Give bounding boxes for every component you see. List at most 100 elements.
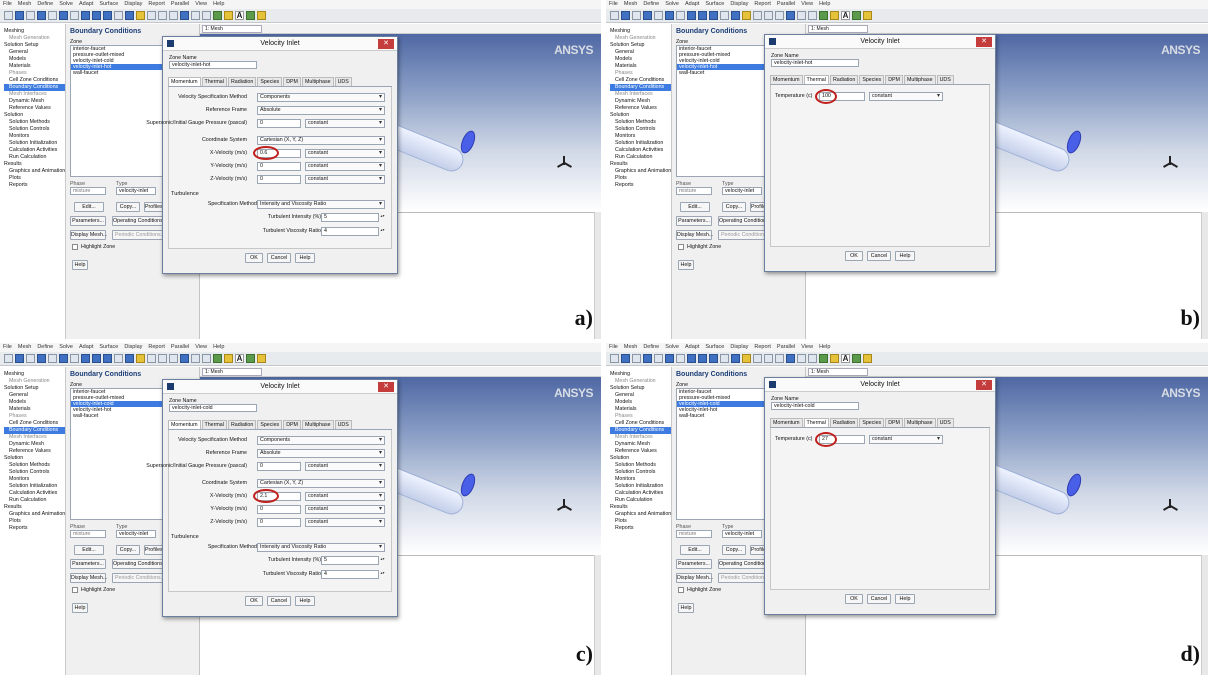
toolbar-button-icon[interactable] <box>775 354 784 363</box>
toolbar-button-icon[interactable] <box>665 354 674 363</box>
toolbar-button-icon[interactable] <box>687 11 696 20</box>
tree-item[interactable]: Phases <box>610 413 671 420</box>
toolbar-button-icon[interactable] <box>246 354 255 363</box>
toolbar-button-icon[interactable] <box>158 11 167 20</box>
toolbar-button-icon[interactable] <box>709 11 718 20</box>
copy-button[interactable]: Copy... <box>116 545 140 555</box>
yvel-field[interactable]: 0 <box>257 505 301 514</box>
toolbar-button-icon[interactable] <box>654 11 663 20</box>
toolbar-button-icon[interactable] <box>26 354 35 363</box>
cancel-button[interactable]: Cancel <box>267 253 291 263</box>
toolbar-button-icon[interactable] <box>819 11 828 20</box>
tree-item[interactable]: Monitors <box>4 133 65 140</box>
type-select[interactable]: velocity-inlet <box>116 187 156 195</box>
menu-view[interactable]: View <box>798 343 816 352</box>
copy-button[interactable]: Copy... <box>722 545 746 555</box>
menu-help[interactable]: Help <box>210 0 227 9</box>
method-field[interactable]: Components <box>257 93 385 102</box>
toolbar-button-icon[interactable] <box>610 11 619 20</box>
tree-item[interactable]: Boundary Conditions <box>4 84 65 91</box>
view-select[interactable]: 1: Mesh <box>808 368 868 376</box>
tree-item[interactable]: Mesh Generation <box>610 378 671 385</box>
highlight-zone-checkbox[interactable] <box>72 244 78 250</box>
toolbar-button-icon[interactable] <box>797 11 806 20</box>
toolbar-button-icon[interactable] <box>753 354 762 363</box>
tree-item[interactable]: Run Calculation <box>610 154 671 161</box>
help-button[interactable]: Help <box>678 260 694 270</box>
type-select[interactable]: velocity-inlet <box>722 187 762 195</box>
toolbar-button-icon[interactable] <box>26 11 35 20</box>
tree-item[interactable]: Reports <box>610 525 671 532</box>
toolbar-button-icon[interactable] <box>830 11 839 20</box>
tree-item[interactable]: Solution Initialization <box>4 483 65 490</box>
menu-surface[interactable]: Surface <box>702 0 727 9</box>
menu-report[interactable]: Report <box>145 343 168 352</box>
menu-define[interactable]: Define <box>640 0 662 9</box>
help-button[interactable]: Help <box>72 603 88 613</box>
tab-thermal[interactable]: Thermal <box>803 418 829 427</box>
toolbar-button-icon[interactable] <box>621 354 630 363</box>
tree-item[interactable]: Reports <box>610 182 671 189</box>
tab-momentum[interactable]: Momentum <box>168 420 201 429</box>
tree-item[interactable]: Materials <box>610 63 671 70</box>
toolbar-button-icon[interactable] <box>819 354 828 363</box>
zone-name-field[interactable]: velocity-inlet-cold <box>771 402 859 410</box>
toolbar-button-icon[interactable] <box>147 354 156 363</box>
tree-item[interactable]: Plots <box>610 175 671 182</box>
menu-view[interactable]: View <box>798 0 816 9</box>
copy-button[interactable]: Copy... <box>722 202 746 212</box>
tab-species[interactable]: Species <box>859 418 885 427</box>
toolbar-button-icon[interactable] <box>37 354 46 363</box>
tab-momentum[interactable]: Momentum <box>770 75 803 84</box>
toolbar-button-icon[interactable] <box>852 11 861 20</box>
toolbar-button-icon[interactable] <box>92 11 101 20</box>
toolbar-button-icon[interactable] <box>114 354 123 363</box>
toolbar-button-icon[interactable] <box>742 11 751 20</box>
tree-item[interactable]: Graphics and Animations <box>610 511 671 518</box>
toolbar-button-icon[interactable] <box>4 354 13 363</box>
toolbar-button-icon[interactable] <box>147 11 156 20</box>
menu-adapt[interactable]: Adapt <box>76 0 96 9</box>
turbulent-intensity-field[interactable]: 5 <box>321 556 379 565</box>
tree-item[interactable]: Materials <box>610 406 671 413</box>
tree-item[interactable]: Calculation Activities <box>4 147 65 154</box>
operating-conditions-button[interactable]: Operating Conditions... <box>112 216 168 226</box>
tab-radiation[interactable]: Radiation <box>227 77 257 86</box>
tree-item[interactable]: Solution <box>4 112 65 119</box>
menu-solve[interactable]: Solve <box>662 0 682 9</box>
frame-field[interactable]: Absolute <box>257 106 385 115</box>
tab-multiphase[interactable]: Multiphase <box>903 418 936 427</box>
turbulent-viscosity-ratio-field[interactable]: 4 <box>321 227 379 236</box>
zone-name-field[interactable]: velocity-inlet-hot <box>169 61 257 69</box>
toolbar-button-icon[interactable] <box>213 354 222 363</box>
tab-momentum[interactable]: Momentum <box>168 77 201 86</box>
close-icon[interactable]: ✕ <box>976 380 992 390</box>
toolbar-button-icon[interactable] <box>676 354 685 363</box>
menu-solve[interactable]: Solve <box>56 0 76 9</box>
pressure-field[interactable]: 0 <box>257 462 301 471</box>
menu-adapt[interactable]: Adapt <box>682 0 702 9</box>
tree-item[interactable]: Graphics and Animations <box>4 511 65 518</box>
tree-item[interactable]: Models <box>4 56 65 63</box>
toolbar-button-icon[interactable] <box>257 354 266 363</box>
parameters-button[interactable]: Parameters... <box>676 216 712 226</box>
tree-item[interactable]: Results <box>610 161 671 168</box>
profile-select[interactable]: constant <box>305 119 385 128</box>
toolbar-button-icon[interactable] <box>731 11 740 20</box>
tab-multiphase[interactable]: Multiphase <box>903 75 936 84</box>
parameters-button[interactable]: Parameters... <box>70 216 106 226</box>
tree-item[interactable]: Results <box>4 161 65 168</box>
menu-solve[interactable]: Solve <box>662 343 682 352</box>
zone-name-field[interactable]: velocity-inlet-cold <box>169 404 257 412</box>
toolbar-button-icon[interactable] <box>643 11 652 20</box>
tree-item[interactable]: General <box>610 49 671 56</box>
close-icon[interactable]: ✕ <box>976 37 992 47</box>
toolbar-button-icon[interactable] <box>169 11 178 20</box>
toolbar-button-icon[interactable] <box>665 11 674 20</box>
zvel-field[interactable]: 0 <box>257 518 301 527</box>
zone-name-field[interactable]: velocity-inlet-hot <box>771 59 859 67</box>
view-select[interactable]: 1: Mesh <box>202 25 262 33</box>
close-icon[interactable]: ✕ <box>378 382 394 392</box>
toolbar-button-icon[interactable] <box>830 354 839 363</box>
tab-uds[interactable]: UDS <box>334 77 352 86</box>
